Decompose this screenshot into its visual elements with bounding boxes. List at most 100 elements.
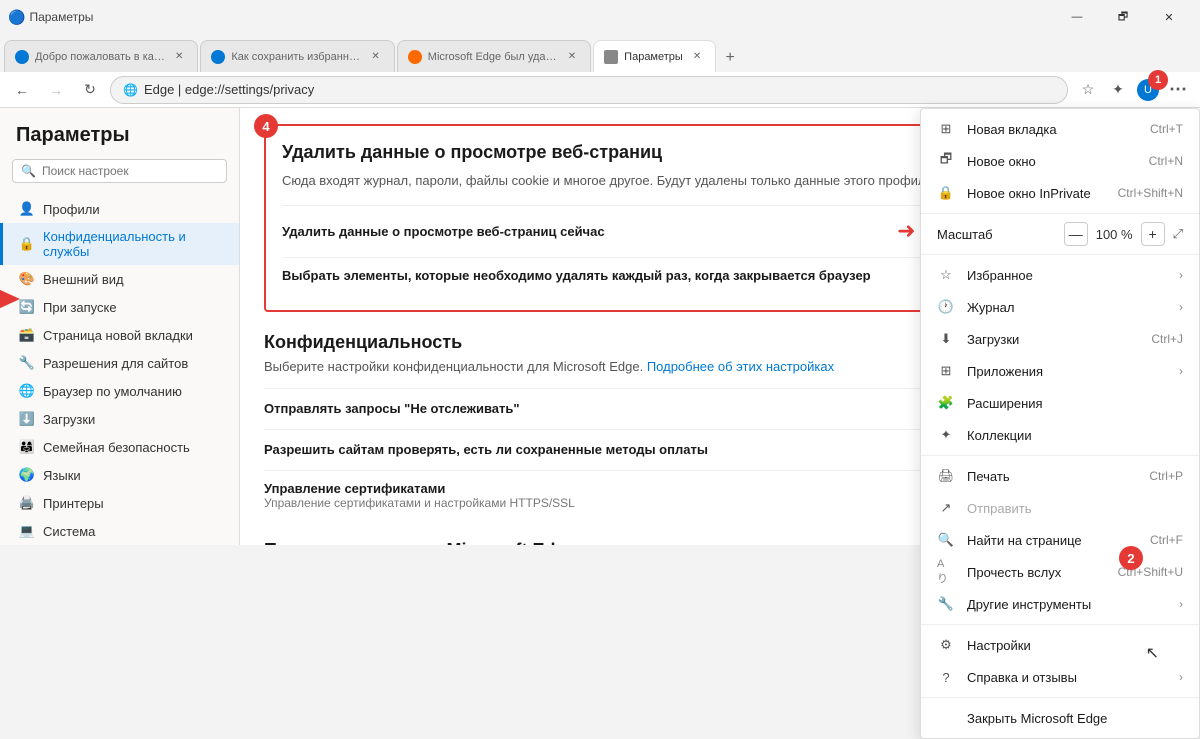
back-button[interactable]: ←: [8, 76, 36, 104]
sidebar-item-languages[interactable]: 🌍 Языки: [0, 461, 239, 489]
privacy-link[interactable]: Подробнее об этих настройках: [647, 359, 834, 374]
menu-find-label: Найти на странице: [967, 533, 1138, 548]
menu-favorites-label: Избранное: [967, 268, 1167, 283]
tab-close-1[interactable]: ✕: [367, 49, 383, 64]
collections-icon[interactable]: ✦: [1104, 76, 1132, 104]
menu-divider-3: [921, 455, 1199, 456]
menu-new-window-shortcut: Ctrl+N: [1149, 154, 1183, 168]
new-window-icon: 🗗: [937, 152, 955, 170]
zoom-expand-icon[interactable]: ⤢: [1173, 226, 1183, 242]
new-tab-button[interactable]: +: [716, 44, 744, 72]
tab-favicon-0: [15, 50, 29, 64]
nav-label: При запуске: [43, 300, 117, 315]
tab-0[interactable]: Добро пожаловать в канал М... ✕: [4, 40, 198, 72]
search-input[interactable]: [42, 164, 218, 178]
tab-bar: Добро пожаловать в канал М... ✕ Как сохр…: [0, 34, 1200, 72]
sidebar-item-family[interactable]: 👨‍👩‍👧 Семейная безопасность: [0, 433, 239, 461]
cert-sublabel: Управление сертификатами и настройками H…: [264, 496, 575, 510]
nav-label: Внешний вид: [43, 272, 124, 287]
refresh-button[interactable]: ↻: [76, 76, 104, 104]
menu-print-label: Печать: [967, 469, 1137, 484]
menu-inprivate-label: Новое окно InPrivate: [967, 186, 1106, 201]
menu-divider-4: [921, 624, 1199, 625]
close-button[interactable]: ✕: [1146, 1, 1192, 33]
sidebar-item-system[interactable]: 💻 Система: [0, 517, 239, 545]
tab-close-0[interactable]: ✕: [171, 49, 187, 64]
menu-new-tab-shortcut: Ctrl+T: [1150, 122, 1183, 136]
favorites-icon[interactable]: ☆: [1074, 76, 1102, 104]
sidebar-item-downloads[interactable]: ⬇️ Загрузки: [0, 405, 239, 433]
toggle-2-label: Разрешить сайтам проверять, есть ли сохр…: [264, 442, 708, 457]
menu-extensions[interactable]: 🧩 Расширения: [921, 387, 1199, 419]
url-text: Edge | edge://settings/privacy: [144, 82, 314, 97]
zoom-label: Масштаб: [937, 227, 1056, 242]
url-icon: 🌐: [123, 83, 138, 97]
menu-find[interactable]: 🔍 Найти на странице Ctrl+F: [921, 524, 1199, 556]
more-menu-button[interactable]: ⋯: [1164, 76, 1192, 104]
menu-new-window-label: Новое окно: [967, 154, 1137, 169]
profile-icon[interactable]: U 1: [1134, 76, 1162, 104]
nav-label: Профили: [43, 202, 100, 217]
more-tools-icon: 🔧: [937, 595, 955, 613]
menu-divider-2: [921, 254, 1199, 255]
menu-read-aloud[interactable]: Aり Прочесть вслух Ctrl+Shift+U: [921, 556, 1199, 588]
minimize-button[interactable]: —: [1054, 1, 1100, 33]
menu-help[interactable]: ? Справка и отзывы ›: [921, 661, 1199, 693]
tab-close-3[interactable]: ✕: [689, 49, 705, 64]
nav-label: Конфиденциальность и службы: [43, 229, 223, 259]
menu-downloads[interactable]: ⬇ Загрузки Ctrl+J: [921, 323, 1199, 355]
tab-3[interactable]: Параметры ✕: [593, 40, 716, 72]
delete-row-1-label: Удалить данные о просмотре веб-страниц с…: [282, 224, 889, 239]
forward-button[interactable]: →: [42, 76, 70, 104]
sidebar-item-newtab[interactable]: 🗃️ Страница новой вкладки: [0, 321, 239, 349]
zoom-controls: — 100 % + ⤢: [1064, 222, 1183, 246]
menu-send-label: Отправить: [967, 501, 1183, 516]
menu-close-edge-label: Закрыть Microsoft Edge: [967, 711, 1183, 726]
inprivate-icon: 🔒: [937, 184, 955, 202]
url-box[interactable]: 🌐 Edge | edge://settings/privacy: [110, 76, 1068, 104]
nav-label: Принтеры: [43, 496, 104, 511]
sidebar-item-appearance[interactable]: 🎨 Внешний вид: [0, 265, 239, 293]
sidebar-item-privacy[interactable]: 🔒 Конфиденциальность и службы: [0, 223, 239, 265]
tab-2[interactable]: Microsoft Edge был удален ✕: [397, 40, 591, 72]
menu-settings[interactable]: ⚙ Настройки ↖: [921, 629, 1199, 661]
menu-collections-label: Коллекции: [967, 428, 1183, 443]
sidebar-item-profiles[interactable]: 👤 Профили: [0, 195, 239, 223]
maximize-button[interactable]: 🗗: [1100, 1, 1146, 33]
nav-label: Семейная безопасность: [43, 440, 190, 455]
sidebar-item-printers[interactable]: 🖨️ Принтеры: [0, 489, 239, 517]
sidebar-item-startup[interactable]: 🔄 При запуске: [0, 293, 239, 321]
menu-collections[interactable]: ✦ Коллекции: [921, 419, 1199, 451]
search-box[interactable]: 🔍: [12, 159, 227, 183]
menu-close-edge[interactable]: Закрыть Microsoft Edge: [921, 702, 1199, 734]
print-icon: 🖨: [937, 467, 955, 485]
menu-divider-5: [921, 697, 1199, 698]
cursor-pointer: ↖: [1146, 643, 1159, 663]
menu-new-window[interactable]: 🗗 Новое окно Ctrl+N: [921, 145, 1199, 177]
zoom-plus-button[interactable]: +: [1141, 222, 1165, 246]
menu-favorites[interactable]: ☆ Избранное ›: [921, 259, 1199, 291]
zoom-value: 100 %: [1096, 227, 1133, 242]
sidebar-item-default-browser[interactable]: 🌐 Браузер по умолчанию: [0, 377, 239, 405]
menu-print[interactable]: 🖨 Печать Ctrl+P: [921, 460, 1199, 492]
cert-info: Управление сертификатами Управление серт…: [264, 481, 575, 510]
read-aloud-icon: Aり: [937, 563, 955, 581]
menu-more-tools[interactable]: 🔧 Другие инструменты ›: [921, 588, 1199, 620]
tab-label-3: Параметры: [624, 51, 683, 63]
menu-apps[interactable]: ⊞ Приложения ›: [921, 355, 1199, 387]
context-menu: 2 ⊞ Новая вкладка Ctrl+T 🗗 Новое окно Ct…: [920, 108, 1200, 739]
favorites-menu-icon: ☆: [937, 266, 955, 284]
tab-1[interactable]: Как сохранить избранное Edge... ✕: [200, 40, 394, 72]
menu-history-label: Журнал: [967, 300, 1167, 315]
sidebar-item-permissions[interactable]: 🔧 Разрешения для сайтов: [0, 349, 239, 377]
menu-history[interactable]: 🕐 Журнал ›: [921, 291, 1199, 323]
address-bar: ← → ↻ 🌐 Edge | edge://settings/privacy ☆…: [0, 72, 1200, 108]
tab-close-2[interactable]: ✕: [564, 49, 580, 64]
menu-inprivate[interactable]: 🔒 Новое окно InPrivate Ctrl+Shift+N: [921, 177, 1199, 209]
step3-arrow: [0, 289, 28, 312]
menu-extensions-label: Расширения: [967, 396, 1183, 411]
menu-print-shortcut: Ctrl+P: [1149, 469, 1183, 483]
zoom-minus-button[interactable]: —: [1064, 222, 1088, 246]
menu-new-tab[interactable]: ⊞ Новая вкладка Ctrl+T: [921, 113, 1199, 145]
menu-apps-label: Приложения: [967, 364, 1167, 379]
